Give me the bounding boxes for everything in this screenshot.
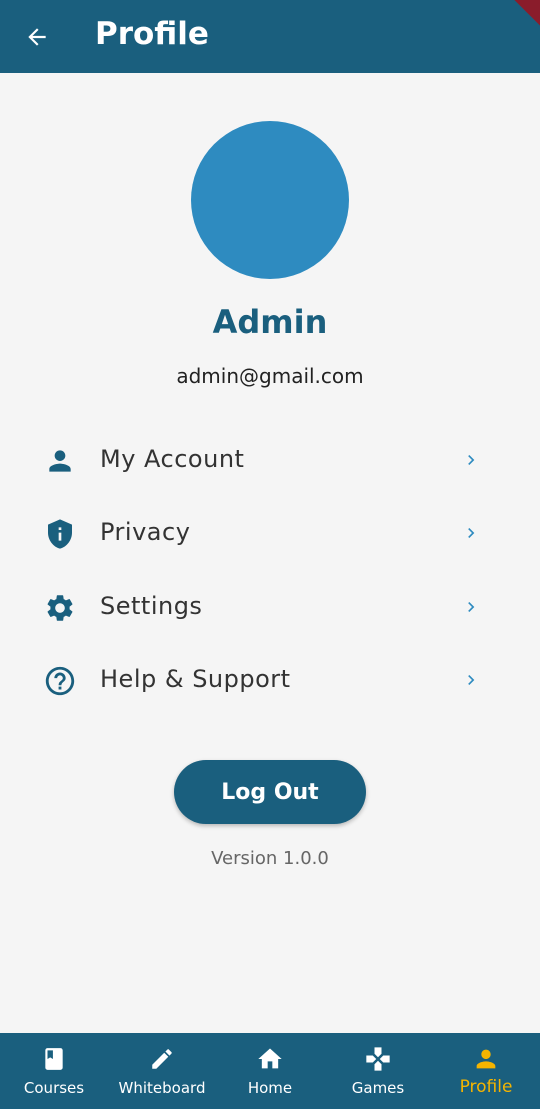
logout-button[interactable]: Log Out [174,760,366,824]
app-bar: Profile [0,0,540,73]
menu-item-label: Settings [100,592,203,620]
shield-info-icon [43,517,77,551]
menu-item-label: My Account [100,445,245,473]
page-title: Profile [95,16,209,52]
menu-item-my-account[interactable]: My Account [0,428,540,492]
nav-item-profile[interactable]: Profile [432,1033,540,1109]
person-icon [43,444,77,478]
nav-label: Courses [23,1079,85,1097]
chevron-right-icon [461,523,481,543]
version-label: Version 1.0.0 [211,848,329,869]
home-icon [256,1045,284,1073]
nav-item-courses[interactable]: Courses [0,1033,108,1109]
chevron-right-icon [461,450,481,470]
gear-icon [43,591,77,625]
arrow-left-icon [28,28,46,46]
menu-item-help-support[interactable]: Help & Support [0,648,540,712]
nav-label: Profile [459,1077,513,1097]
chevron-right-icon [461,597,481,617]
nav-item-home[interactable]: Home [216,1033,324,1109]
person-icon [472,1045,500,1073]
nav-item-whiteboard[interactable]: Whiteboard [108,1033,216,1109]
debug-banner [498,0,540,34]
menu-item-settings[interactable]: Settings [0,575,540,639]
help-circle-icon [43,664,77,698]
pencil-icon [148,1045,176,1073]
user-email: admin@gmail.com [176,364,364,388]
bottom-nav: Courses Whiteboard Home Games Profile [0,1033,540,1109]
nav-label: Whiteboard [118,1079,206,1097]
menu-item-label: Privacy [100,518,191,546]
book-icon [40,1045,68,1073]
user-name: Admin [212,303,328,341]
nav-label: Games [351,1079,405,1097]
menu-item-label: Help & Support [100,665,291,693]
menu-item-privacy[interactable]: Privacy [0,501,540,565]
nav-item-games[interactable]: Games [324,1033,432,1109]
chevron-right-icon [461,670,481,690]
back-button[interactable] [22,22,52,52]
gamepad-icon [364,1045,392,1073]
nav-label: Home [247,1079,293,1097]
avatar [191,121,349,279]
